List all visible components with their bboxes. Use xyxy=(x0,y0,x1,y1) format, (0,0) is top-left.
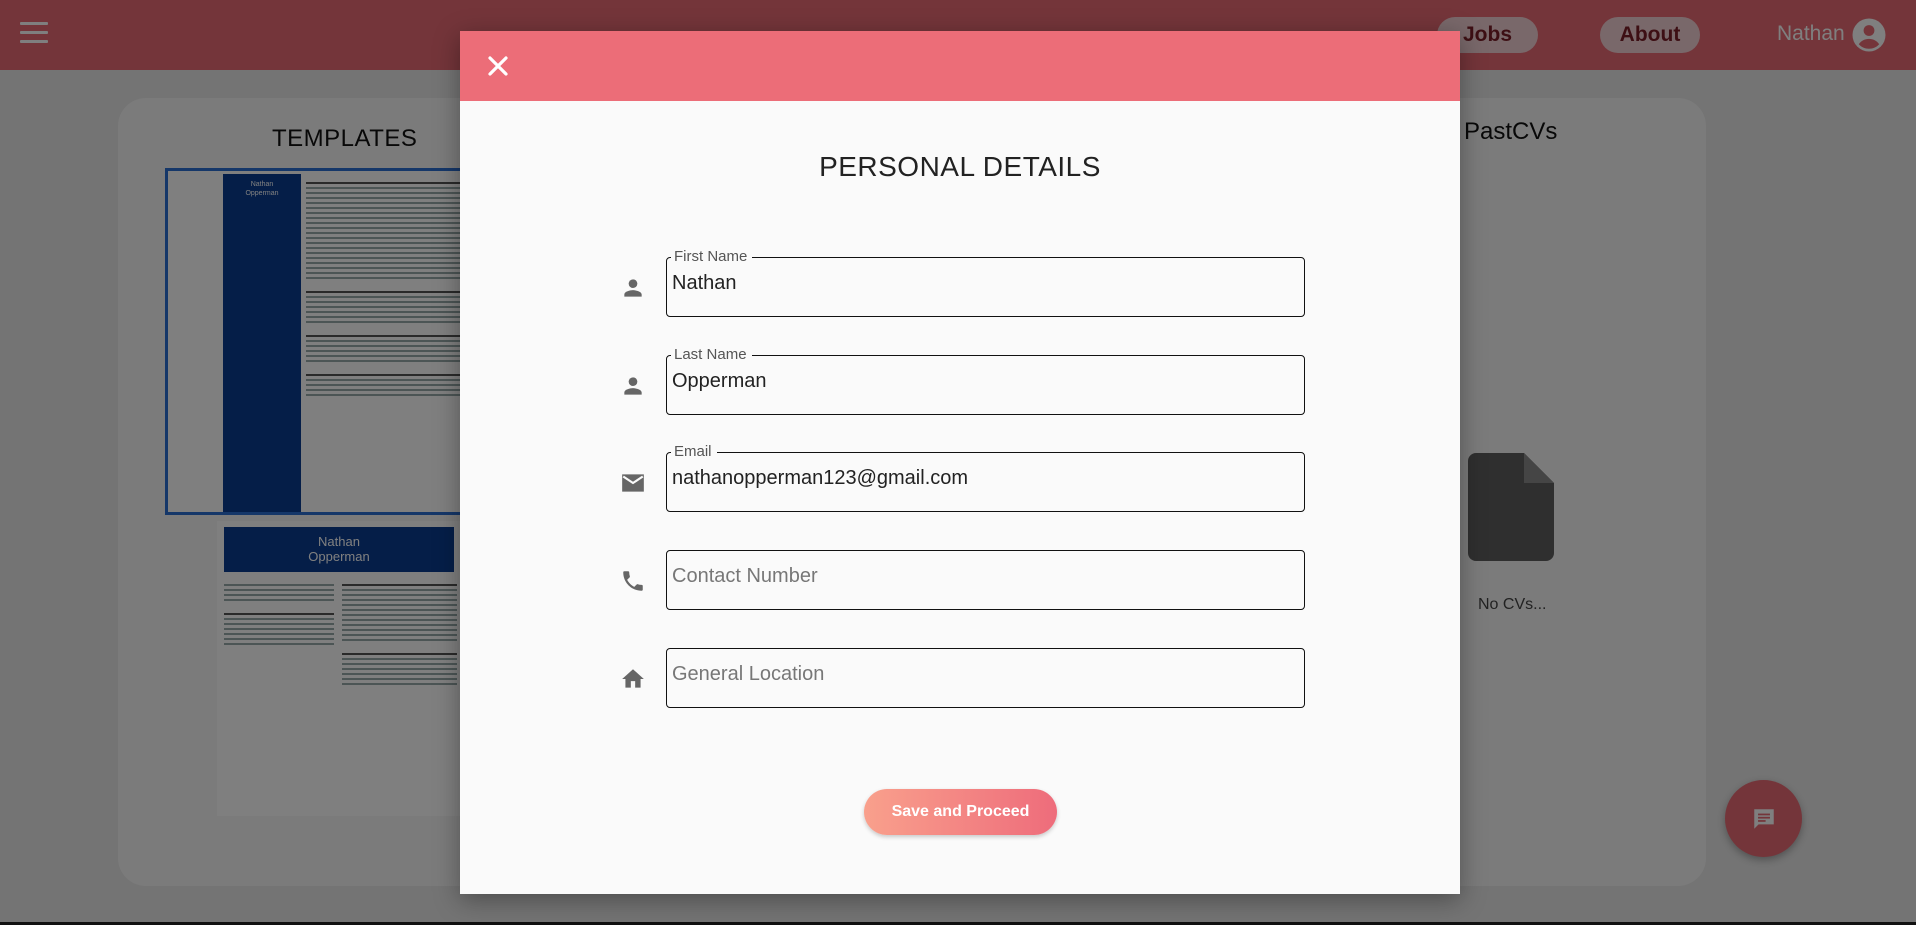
last-name-row: Last Name xyxy=(460,346,1460,417)
last-name-input[interactable] xyxy=(672,370,1292,393)
email-label: Email xyxy=(671,443,717,461)
first-name-label: First Name xyxy=(671,248,753,266)
close-icon[interactable] xyxy=(483,51,513,81)
email-input[interactable] xyxy=(672,467,1292,490)
last-name-label: Last Name xyxy=(671,346,752,364)
home-icon xyxy=(622,669,644,688)
save-and-proceed-button[interactable]: Save and Proceed xyxy=(864,789,1057,835)
dialog-title: PERSONAL DETAILS xyxy=(819,151,1101,182)
email-field: Email xyxy=(666,443,1305,512)
first-name-row: First Name xyxy=(460,248,1460,319)
contact-number-input[interactable] xyxy=(672,565,1292,588)
general-location-row xyxy=(460,648,1460,710)
general-location-input[interactable] xyxy=(672,663,1292,686)
phone-icon xyxy=(623,571,643,591)
dialog-header xyxy=(460,31,1460,101)
email-icon xyxy=(622,474,644,492)
contact-number-row xyxy=(460,550,1460,612)
person-icon xyxy=(624,377,642,395)
person-icon xyxy=(624,279,642,297)
general-location-field xyxy=(666,648,1305,708)
email-row: Email xyxy=(460,443,1460,514)
first-name-field: First Name xyxy=(666,248,1305,317)
last-name-field: Last Name xyxy=(666,346,1305,415)
personal-details-dialog: PERSONAL DETAILS First Name Last Name Em… xyxy=(460,31,1460,894)
first-name-input[interactable] xyxy=(672,272,1292,295)
contact-number-field xyxy=(666,550,1305,610)
